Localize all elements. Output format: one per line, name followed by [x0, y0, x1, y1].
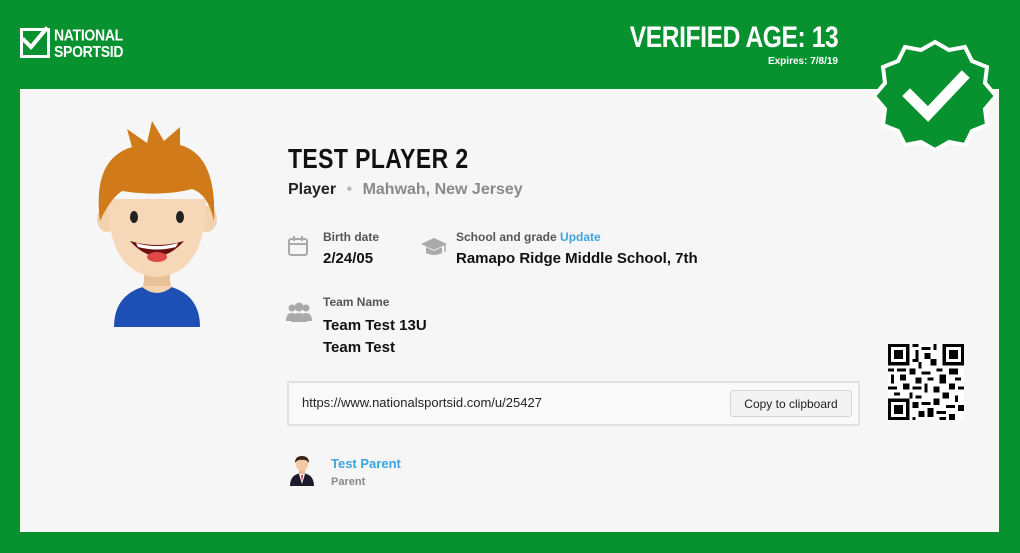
player-avatar: [92, 119, 222, 334]
school-value: Ramapo Ridge Middle School, 7th: [456, 250, 698, 267]
player-role-location: Player • Mahwah, New Jersey: [288, 181, 523, 199]
qr-code: [888, 344, 964, 425]
team-label: Team Name: [323, 295, 390, 309]
brand-wordmark: NATIONAL SPORTSID: [54, 27, 123, 59]
school-label-line: School and grade Update: [456, 230, 698, 244]
school-label: School and grade: [456, 230, 557, 244]
verified-age: VERIFIED AGE: 13: [629, 21, 838, 54]
team-field: Team Name Team Test 13U Team Test: [323, 295, 427, 359]
profile-url-box: https://www.nationalsportsid.com/u/25427…: [287, 381, 860, 426]
expiry-date: Expires: 7/8/19: [767, 56, 838, 67]
copy-to-clipboard-button[interactable]: Copy to clipboard: [730, 390, 852, 417]
graduation-cap-icon: [420, 236, 448, 263]
brand-logo[interactable]: NATIONAL SPORTSID: [20, 26, 123, 59]
team-name-2: Team Test: [323, 339, 395, 356]
player-card: TEST PLAYER 2 Player • Mahwah, New Jerse…: [20, 89, 999, 532]
parent-role: Parent: [331, 476, 366, 488]
team-values: Team Test 13U Team Test: [323, 315, 427, 359]
brand-line-1: NATIONAL: [54, 25, 123, 45]
birth-date-value: 2/24/05: [323, 250, 374, 267]
parent-name-link[interactable]: Test Parent: [331, 456, 401, 471]
birth-date-field: Birth date 2/24/05: [323, 230, 379, 267]
verified-age-block: VERIFIED AGE: 13 Expires: 7/8/19: [584, 21, 838, 68]
birth-date-label: Birth date: [323, 230, 380, 244]
player-name: TEST PLAYER 2: [288, 143, 469, 174]
player-location: Mahwah, New Jersey: [362, 181, 523, 198]
checkbox-check-icon: [20, 26, 50, 58]
brand-line-2: SPORTSID: [54, 41, 124, 61]
verified-check-badge-icon: [870, 38, 1000, 156]
group-icon: [286, 301, 312, 328]
player-role: Player: [288, 181, 337, 198]
calendar-icon: [287, 235, 309, 262]
separator-dot: •: [346, 181, 353, 198]
update-school-link[interactable]: Update: [560, 230, 601, 244]
team-name-1: Team Test 13U: [323, 317, 427, 334]
parent-avatar: [288, 454, 316, 491]
profile-url[interactable]: https://www.nationalsportsid.com/u/25427: [302, 395, 542, 410]
school-field: School and grade Update Ramapo Ridge Mid…: [456, 230, 698, 267]
